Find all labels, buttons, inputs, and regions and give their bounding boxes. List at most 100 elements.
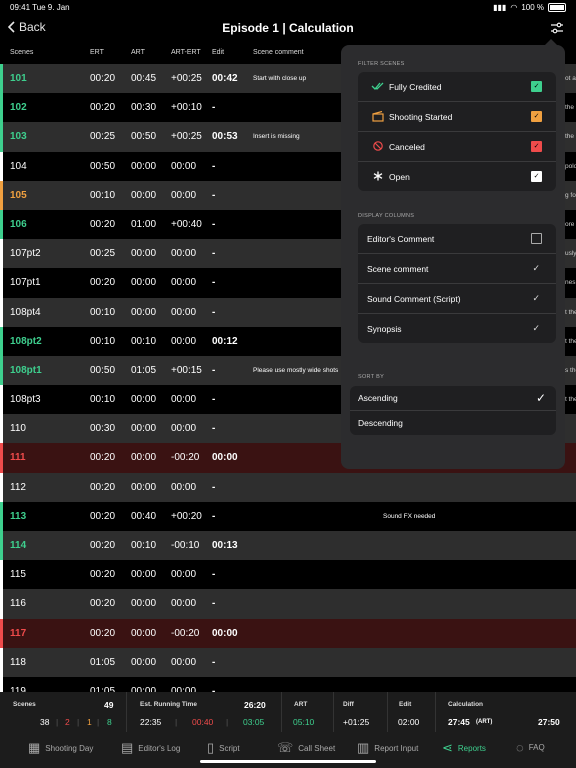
status-bar-indicator bbox=[0, 589, 3, 619]
tab-call-sheet[interactable]: ☏ Call Sheet bbox=[277, 740, 335, 756]
art-value: 00:00 bbox=[131, 656, 157, 668]
table-row[interactable]: 119 01:05 00:00 00:00- bbox=[0, 676, 576, 692]
filter-checkbox[interactable]: ✓ bbox=[531, 111, 542, 122]
col-art[interactable]: ART bbox=[131, 49, 145, 56]
art-ert-value: 00:00 bbox=[171, 248, 197, 260]
ert-open: 22:35 bbox=[140, 717, 162, 727]
nav-bar: Back Episode 1 | Calculation bbox=[0, 14, 576, 42]
table-row[interactable]: 115 00:20 00:00 00:00 - bbox=[0, 560, 576, 590]
status-bar-indicator bbox=[0, 64, 3, 94]
tab-label: Script bbox=[219, 743, 240, 753]
ert-value: 00:20 bbox=[90, 102, 116, 114]
tab-script[interactable]: ▯ Script bbox=[207, 740, 240, 756]
edit-value: - bbox=[212, 160, 216, 172]
filter-option[interactable]: Canceled ✓ bbox=[358, 132, 556, 162]
table-row[interactable]: 112 00:20 00:00 00:00 - bbox=[0, 472, 576, 502]
synopsis-text: t the bbox=[565, 308, 576, 316]
summary-calc-tag: (ART) bbox=[476, 719, 493, 725]
scene-number: 118 bbox=[10, 656, 26, 668]
display-column-option[interactable]: Scene comment ✓ bbox=[358, 254, 556, 284]
ert-credited: 03:05 bbox=[243, 717, 265, 727]
synopsis-text: ore bbox=[565, 220, 575, 228]
filter-section-title: FILTER SCENES bbox=[358, 61, 405, 67]
ert-value: 00:10 bbox=[90, 189, 116, 201]
ert-value: 00:20 bbox=[90, 218, 116, 230]
ert-value: 00:30 bbox=[90, 423, 116, 435]
table-row[interactable]: 116 00:20 00:00 00:00 - bbox=[0, 589, 576, 619]
display-column-option[interactable]: Sound Comment (Script) ✓ bbox=[358, 284, 556, 314]
sort-option[interactable]: Descending bbox=[350, 411, 556, 435]
status-bar-indicator bbox=[0, 151, 3, 181]
tab-reports[interactable]: ⋖ Reports bbox=[442, 740, 486, 756]
ert-value: 00:50 bbox=[90, 160, 116, 172]
filter-option[interactable]: Shooting Started ✓ bbox=[358, 102, 556, 132]
art-ert-value: 00:00 bbox=[171, 277, 197, 289]
status-bar-indicator bbox=[0, 93, 3, 123]
edit-value: 00:42 bbox=[212, 73, 238, 84]
synopsis-text: nes, bbox=[565, 279, 576, 287]
scene-comment: Please use mostly wide shots bbox=[253, 366, 339, 374]
tab-report-input[interactable]: ▥ Report Input bbox=[357, 740, 418, 756]
edit-value: 00:13 bbox=[212, 540, 238, 551]
table-row[interactable]: 117 00:20 00:00 -00:20 00:00 bbox=[0, 618, 576, 648]
filter-option[interactable]: Fully Credited ✓ bbox=[358, 72, 556, 102]
edit-value: - bbox=[212, 306, 216, 318]
col-art-ert[interactable]: ART-ERT bbox=[171, 49, 201, 56]
edit-value: - bbox=[212, 394, 216, 406]
tab-shooting-day[interactable]: ▦ Shooting Day bbox=[28, 740, 93, 756]
art-ert-value: +00:25 bbox=[171, 73, 202, 84]
art-value: 01:05 bbox=[131, 364, 157, 376]
table-row[interactable]: 114 00:20 00:10 -00:10 00:13 bbox=[0, 531, 576, 561]
status-bar-indicator bbox=[0, 501, 3, 531]
art-value: 00:45 bbox=[131, 73, 157, 84]
tab-editor-s-log[interactable]: ▤ Editor's Log bbox=[121, 740, 180, 756]
status-bar-indicator bbox=[0, 676, 3, 692]
filter-option[interactable]: Open ✓ bbox=[358, 162, 556, 191]
edit-value: - bbox=[212, 102, 216, 114]
checkmark-icon: ✓ bbox=[532, 263, 540, 273]
tab-label: Report Input bbox=[374, 743, 419, 753]
table-row[interactable]: 113 00:20 00:40 +00:20- Sound FX needed bbox=[0, 501, 576, 531]
col-scene-comment[interactable]: Scene comment bbox=[253, 49, 304, 56]
sort-option[interactable]: Ascending ✓ bbox=[350, 386, 556, 411]
checkmark-icon: ✓ bbox=[535, 391, 546, 405]
scene-number: 108pt1 bbox=[10, 364, 42, 376]
art-ert-value: -00:10 bbox=[171, 540, 200, 551]
script-icon: ▯ bbox=[207, 740, 215, 755]
art-value: 00:00 bbox=[131, 277, 157, 289]
filter-checkbox[interactable]: ✓ bbox=[531, 141, 542, 152]
scene-number: 108pt4 bbox=[10, 306, 41, 318]
art-value: 01:00 bbox=[131, 218, 157, 230]
col-scenes[interactable]: Scenes bbox=[10, 49, 33, 56]
display-column-label: Scene comment bbox=[367, 264, 429, 274]
ert-canceled: 00:40 bbox=[192, 717, 214, 727]
scene-number: 107pt1 bbox=[10, 277, 41, 289]
table-row[interactable]: 118 01:05 00:00 00:00 - bbox=[0, 647, 576, 677]
battery-icon bbox=[548, 3, 566, 12]
sort-option-label: Descending bbox=[358, 418, 403, 428]
col-ert[interactable]: ERT bbox=[90, 49, 104, 56]
summary-ert-label: Est. Running Time bbox=[140, 701, 197, 708]
sort-option-label: Ascending bbox=[358, 393, 398, 403]
col-edit[interactable]: Edit bbox=[212, 49, 224, 56]
filter-checkbox[interactable]: ✓ bbox=[531, 81, 542, 92]
synopsis-text: the bbox=[565, 104, 575, 112]
display-column-option[interactable]: Editor's Comment bbox=[358, 224, 556, 254]
column-checkbox[interactable] bbox=[531, 233, 542, 244]
edit-value: 00:53 bbox=[212, 131, 238, 143]
phone-icon: ☏ bbox=[277, 740, 294, 755]
tab-label: Editor's Log bbox=[138, 743, 181, 753]
art-ert-value: 00:00 bbox=[171, 598, 197, 610]
summary-ert-total: 26:20 bbox=[244, 700, 266, 710]
scene-number: 104 bbox=[10, 160, 27, 172]
filter-sliders-icon[interactable] bbox=[550, 22, 564, 34]
summary-scenes: Scenes 49 38 | 2 | 1 | 8 bbox=[0, 692, 127, 732]
status-bar-indicator bbox=[0, 239, 3, 269]
calendar-icon: ▦ bbox=[28, 740, 41, 755]
summary-bar: Scenes 49 38 | 2 | 1 | 8 Est. Running Ti… bbox=[0, 692, 576, 732]
art-ert-value: 00:00 bbox=[171, 335, 197, 347]
filter-checkbox[interactable]: ✓ bbox=[531, 171, 542, 182]
tab-faq[interactable]: ◌ FAQ bbox=[516, 740, 545, 755]
art-ert-value: 00:00 bbox=[171, 160, 197, 172]
display-column-option[interactable]: Synopsis ✓ bbox=[358, 314, 556, 343]
